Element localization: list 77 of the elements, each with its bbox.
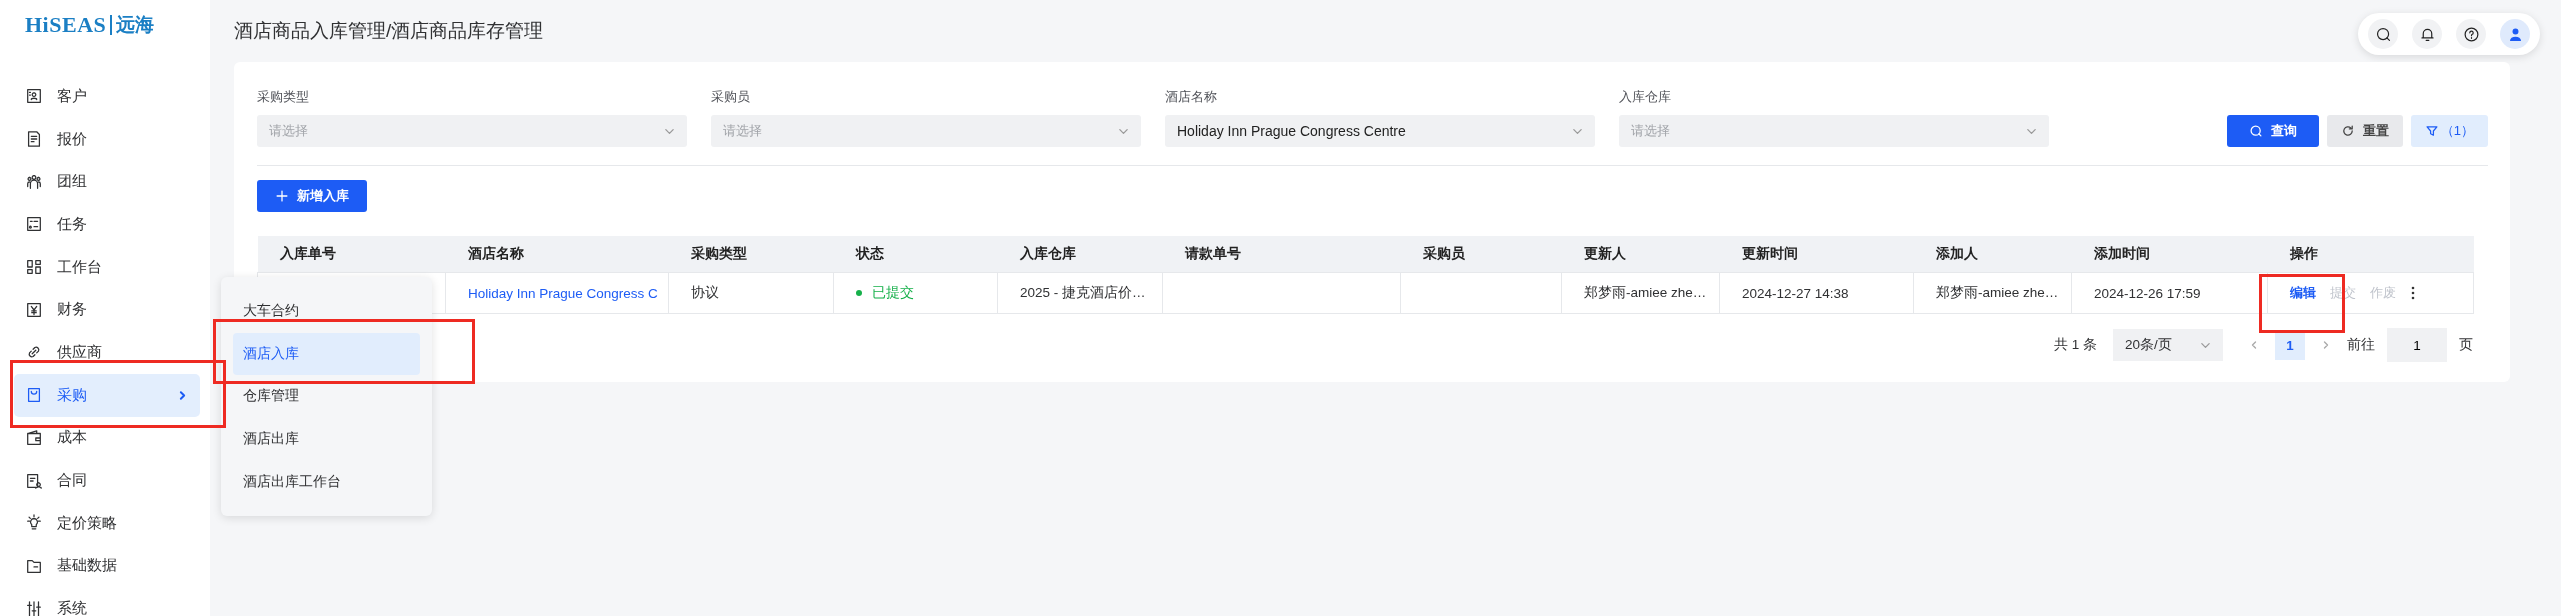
table-cell: 2024-12-26 17:59 (2071, 272, 2268, 314)
more-icon[interactable] (2410, 285, 2416, 301)
submenu-item[interactable]: 酒店出库 (233, 418, 420, 461)
sidebar-item[interactable]: 供应商 (14, 331, 200, 374)
help-button[interactable] (2456, 19, 2486, 49)
table-cell: 2024-12-27 14:38 (1719, 272, 1914, 314)
people-icon (25, 172, 43, 191)
column-header: 酒店名称 (445, 236, 669, 273)
sidebar-item[interactable]: 系统 (14, 587, 200, 616)
wallet-icon (25, 428, 43, 447)
column-header: 添加时间 (2071, 236, 2268, 273)
sidebar-item[interactable]: 采购 (14, 373, 200, 417)
field-label: 采购员 (711, 88, 751, 106)
table-cell: 2025 - 捷克酒店价… (997, 272, 1163, 314)
field-label: 酒店名称 (1165, 88, 1218, 106)
plus-icon (275, 189, 289, 203)
submenu-item[interactable]: 酒店出库工作台 (233, 460, 420, 503)
user-avatar-button[interactable] (2500, 19, 2530, 49)
sidebar-item[interactable]: 任务 (14, 203, 200, 246)
field-label: 入库仓库 (1619, 88, 1672, 106)
column-header: 采购员 (1400, 236, 1562, 273)
sidebar-item[interactable]: 基础数据 (14, 544, 200, 588)
column-header: 请款单号 (1162, 236, 1401, 273)
help-icon (2462, 25, 2480, 43)
reset-button[interactable]: 重置 (2326, 115, 2403, 147)
search-icon (2374, 25, 2392, 43)
sidebar-item[interactable]: 合同 (14, 459, 200, 502)
document-icon (25, 130, 43, 149)
submenu-item[interactable]: 酒店入库 (233, 332, 420, 375)
column-header: 入库单号 (257, 236, 446, 273)
funnel-icon (2424, 124, 2439, 138)
submenu-item[interactable]: 大车合约 (233, 290, 420, 332)
logo-subtitle: 远海 (115, 13, 154, 37)
refresh-icon (2340, 124, 2355, 138)
column-header: 更新人 (1561, 236, 1720, 273)
page-suffix: 页 (2459, 336, 2473, 354)
column-header: 更新时间 (1719, 236, 1914, 273)
action-link[interactable]: 编辑 (2290, 284, 2316, 302)
sidebar-item[interactable]: 成本 (14, 416, 200, 460)
id-card-icon (25, 87, 43, 106)
column-header: 状态 (833, 236, 998, 273)
table-cell: 郑梦雨-amiee zhe… (1913, 272, 2072, 314)
sidebar-item[interactable]: 财务 (14, 288, 200, 332)
logo-text: HiSEAS (25, 12, 107, 38)
checklist-icon (25, 215, 43, 234)
grid-icon (25, 258, 43, 277)
status-label: 已提交 (856, 284, 914, 302)
add-button[interactable]: 新增入库 (257, 180, 367, 212)
column-header: 添加人 (1913, 236, 2072, 273)
select-field[interactable]: Holiday Inn Prague Congress Centre (1165, 115, 1595, 147)
yen-icon (25, 300, 43, 319)
goto-label: 前往 (2347, 336, 2375, 354)
column-header: 操作 (2267, 236, 2474, 273)
goto-page-field[interactable]: 1 (2387, 328, 2447, 362)
table-cell: 协议 (668, 272, 834, 314)
page-title: 酒店商品入库管理/酒店商品库存管理 (234, 19, 544, 43)
submenu-item[interactable]: 仓库管理 (233, 375, 420, 418)
sidebar-item[interactable]: 客户 (14, 75, 200, 118)
contract-icon (25, 471, 43, 490)
sidebar-item[interactable]: 报价 (14, 117, 200, 161)
search-icon (2248, 124, 2263, 138)
bag-icon (25, 386, 43, 405)
page-size-select[interactable]: 20条/页 (2113, 329, 2223, 361)
sidebar-item[interactable]: 团组 (14, 160, 200, 204)
table-cell: 郑梦雨-amiee zhe… (1561, 272, 1720, 314)
search-button[interactable] (2368, 19, 2398, 49)
total-count: 共 1 条 (2054, 336, 2097, 354)
lightbulb-icon (25, 514, 43, 533)
field-label: 采购类型 (257, 88, 310, 106)
query-button[interactable]: 查询 (2226, 115, 2319, 147)
notification-button[interactable] (2412, 19, 2442, 49)
filter-button[interactable]: （1） (2410, 115, 2488, 147)
column-header: 采购类型 (668, 236, 834, 273)
sidebar-item[interactable]: 定价策略 (14, 501, 200, 545)
column-header: 入库仓库 (997, 236, 1163, 273)
sidebar-item[interactable]: 工作台 (14, 245, 200, 289)
sliders-icon (25, 599, 43, 616)
